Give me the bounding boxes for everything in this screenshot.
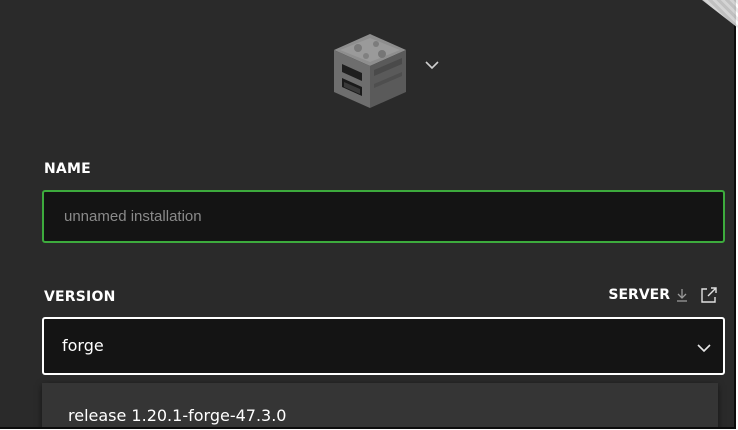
version-option[interactable]: release 1.20.1-forge-47.3.0	[68, 406, 286, 425]
version-select[interactable]: forge	[42, 317, 725, 375]
installation-editor: NAME VERSION SERVER forge release 1.20.1…	[0, 0, 736, 429]
server-label: SERVER	[608, 287, 670, 303]
name-field[interactable]	[42, 190, 725, 243]
version-selected-value: forge	[62, 336, 104, 355]
external-link-icon[interactable]	[700, 286, 718, 304]
furnace-block-icon[interactable]	[330, 30, 410, 112]
version-label: VERSION	[44, 289, 116, 305]
download-icon	[677, 289, 687, 302]
name-label: NAME	[44, 161, 91, 177]
installation-icon-picker[interactable]	[330, 30, 450, 112]
server-download-link[interactable]: SERVER	[608, 286, 718, 304]
chevron-down-icon[interactable]	[425, 60, 439, 70]
version-dropdown-list: release 1.20.1-forge-47.3.0	[42, 383, 718, 427]
chevron-down-icon	[697, 344, 711, 353]
